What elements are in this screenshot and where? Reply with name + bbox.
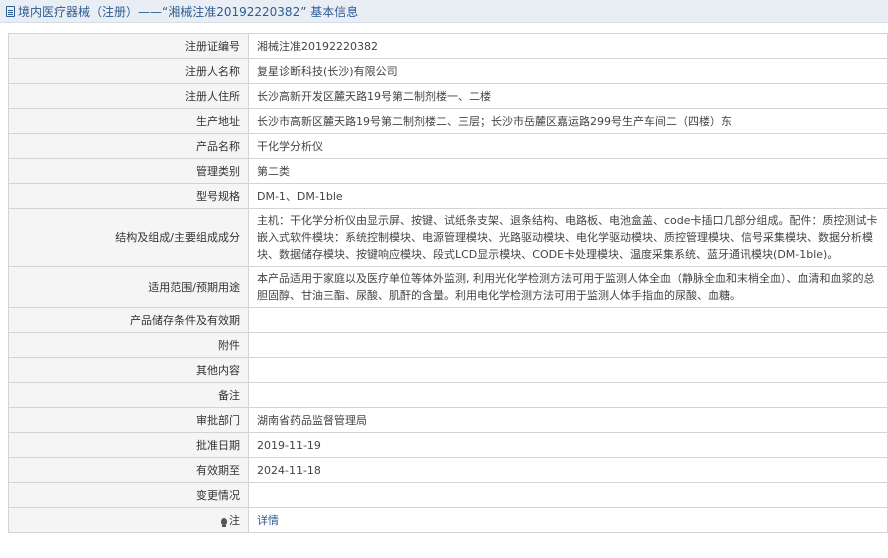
row-value: 本产品适用于家庭以及医疗单位等体外监测, 利用光化学检测方法可用于监测人体全血（… [248, 266, 888, 308]
row-value [248, 332, 888, 358]
row-label: 产品名称 [8, 133, 249, 159]
row-label: 变更情况 [8, 482, 249, 508]
row-value: 2019-11-19 [248, 432, 888, 458]
row-label: 备注 [8, 382, 249, 408]
table-row: 备注 [8, 382, 888, 408]
note-value-cell: 详情 [248, 507, 888, 533]
row-label: 注册人住所 [8, 83, 249, 109]
table-row: 批准日期 2019-11-19 [8, 432, 888, 458]
row-label: 注册人名称 [8, 58, 249, 84]
page-title: 境内医疗器械（注册）——“湘械注准20192220382” 基本信息 [18, 4, 359, 19]
details-link[interactable]: 详情 [257, 514, 279, 527]
table-row: 管理类别 第二类 [8, 158, 888, 184]
row-value: 长沙市高新区麓天路19号第二制剂楼二、三层；长沙市岳麓区嘉运路299号生产车间二… [248, 108, 888, 134]
table-row: 注册证编号 湘械注准20192220382 [8, 33, 888, 59]
row-value: DM-1、DM-1ble [248, 183, 888, 209]
row-label: 注册证编号 [8, 33, 249, 59]
table-row: 其他内容 [8, 357, 888, 383]
row-value: 长沙高新开发区麓天路19号第二制剂楼一、二楼 [248, 83, 888, 109]
row-label: 附件 [8, 332, 249, 358]
table-row: 产品储存条件及有效期 [8, 307, 888, 333]
row-value: 2024-11-18 [248, 457, 888, 483]
row-value: 主机：干化学分析仪由显示屏、按键、试纸条支架、退条结构、电路板、电池盒盖、cod… [248, 208, 888, 267]
row-value [248, 357, 888, 383]
info-table: 注册证编号 湘械注准20192220382 注册人名称 复星诊断科技(长沙)有限… [8, 33, 888, 533]
row-value: 复星诊断科技(长沙)有限公司 [248, 58, 888, 84]
row-label: 其他内容 [8, 357, 249, 383]
row-value: 第二类 [248, 158, 888, 184]
row-value: 干化学分析仪 [248, 133, 888, 159]
table-row: 注册人名称 复星诊断科技(长沙)有限公司 [8, 58, 888, 84]
row-label: 生产地址 [8, 108, 249, 134]
row-label: 管理类别 [8, 158, 249, 184]
table-row: 产品名称 干化学分析仪 [8, 133, 888, 159]
row-label: 适用范围/预期用途 [8, 266, 249, 308]
note-label-cell: 注 [8, 507, 249, 533]
row-label: 审批部门 [8, 407, 249, 433]
table-row: 型号规格 DM-1、DM-1ble [8, 183, 888, 209]
page-header: 境内医疗器械（注册）——“湘械注准20192220382” 基本信息 [0, 0, 888, 23]
table-row: 注册人住所 长沙高新开发区麓天路19号第二制剂楼一、二楼 [8, 83, 888, 109]
row-value [248, 482, 888, 508]
lightbulb-icon [221, 517, 227, 527]
table-row: 审批部门 湖南省药品监督管理局 [8, 407, 888, 433]
table-row: 有效期至 2024-11-18 [8, 457, 888, 483]
note-row: 注 详情 [8, 507, 888, 533]
row-value: 湘械注准20192220382 [248, 33, 888, 59]
row-label: 结构及组成/主要组成成分 [8, 208, 249, 267]
table-row: 生产地址 长沙市高新区麓天路19号第二制剂楼二、三层；长沙市岳麓区嘉运路299号… [8, 108, 888, 134]
row-value [248, 307, 888, 333]
row-label: 型号规格 [8, 183, 249, 209]
table-row: 结构及组成/主要组成成分 主机：干化学分析仪由显示屏、按键、试纸条支架、退条结构… [8, 208, 888, 267]
table-row: 附件 [8, 332, 888, 358]
table-row: 变更情况 [8, 482, 888, 508]
document-icon [6, 5, 15, 17]
row-label: 有效期至 [8, 457, 249, 483]
row-value: 湖南省药品监督管理局 [248, 407, 888, 433]
note-label: 注 [229, 513, 240, 527]
row-value [248, 382, 888, 408]
row-label: 产品储存条件及有效期 [8, 307, 249, 333]
row-label: 批准日期 [8, 432, 249, 458]
table-row: 适用范围/预期用途 本产品适用于家庭以及医疗单位等体外监测, 利用光化学检测方法… [8, 266, 888, 308]
